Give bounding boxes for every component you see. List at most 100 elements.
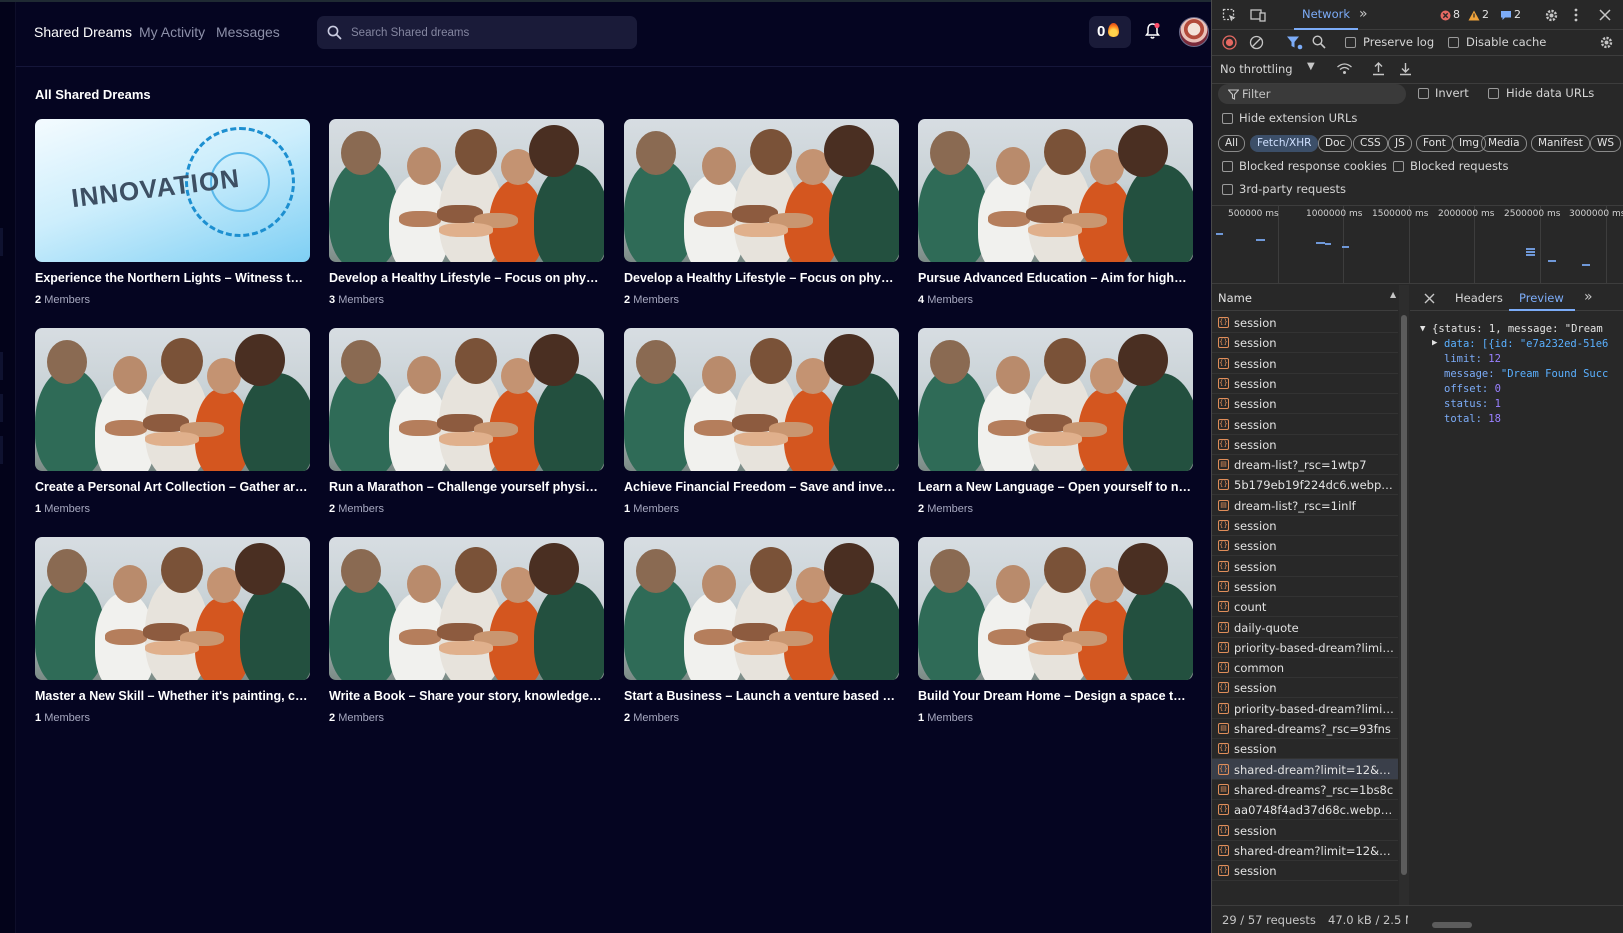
clear-icon[interactable] xyxy=(1249,35,1264,50)
blocked-response-cookies-checkbox[interactable] xyxy=(1222,161,1233,172)
detail-horizontal-scrollbar[interactable] xyxy=(1422,920,1622,930)
scrollbar-thumb[interactable] xyxy=(1401,315,1407,875)
request-row[interactable]: {} session xyxy=(1212,312,1398,333)
blocked-requests-checkbox[interactable] xyxy=(1393,161,1404,172)
network-timeline-overview[interactable]: 500000 ms 1000000 ms 1500000 ms 2000000 … xyxy=(1212,205,1623,284)
dream-card-image[interactable] xyxy=(918,328,1193,471)
dream-card-title[interactable]: Develop a Healthy Lifestyle – Focus on p… xyxy=(329,271,604,285)
request-row[interactable]: {} session xyxy=(1212,373,1398,394)
request-row[interactable]: {} session xyxy=(1212,820,1398,841)
dream-card-image[interactable] xyxy=(329,328,604,471)
type-filter-js[interactable]: JS xyxy=(1388,135,1412,152)
dream-card-image[interactable] xyxy=(624,119,899,262)
error-count[interactable]: 8 xyxy=(1453,8,1460,21)
hide-extension-urls-checkbox[interactable] xyxy=(1222,113,1233,124)
tab-headers[interactable]: Headers xyxy=(1455,291,1503,305)
dream-card-title[interactable]: Create a Personal Art Collection – Gathe… xyxy=(35,480,310,494)
request-row[interactable]: {} daily-quote xyxy=(1212,617,1398,638)
user-avatar[interactable] xyxy=(1179,17,1209,47)
close-devtools-icon[interactable] xyxy=(1599,9,1611,21)
dream-card-image[interactable] xyxy=(329,537,604,680)
request-row[interactable]: ▤ shared-dreams?_rsc=1bs8c xyxy=(1212,779,1398,800)
dream-card-image[interactable] xyxy=(918,119,1193,262)
request-row[interactable]: {} session xyxy=(1212,414,1398,435)
type-filter-css[interactable]: CSS xyxy=(1353,135,1388,152)
nav-shared-dreams[interactable]: Shared Dreams xyxy=(34,24,132,40)
dream-card-image[interactable] xyxy=(624,328,899,471)
request-row[interactable]: {} session xyxy=(1212,434,1398,455)
tab-network[interactable]: Network xyxy=(1294,0,1359,30)
scrollbar-thumb[interactable] xyxy=(1432,922,1472,928)
notification-bell-icon[interactable] xyxy=(1144,22,1161,40)
dropdown-caret-icon[interactable]: ▼ xyxy=(1307,61,1315,72)
request-row[interactable]: {} priority-based-dream?limit... xyxy=(1212,698,1398,719)
request-row[interactable]: {} session xyxy=(1212,738,1398,760)
warning-count[interactable]: 2 xyxy=(1482,8,1489,21)
hide-data-urls-checkbox[interactable] xyxy=(1488,88,1499,99)
request-row[interactable]: {} session xyxy=(1212,556,1398,577)
request-row[interactable]: {} session xyxy=(1212,332,1398,354)
kebab-menu-icon[interactable] xyxy=(1574,8,1578,22)
dream-card-title[interactable]: Start a Business – Launch a venture base… xyxy=(624,689,899,703)
export-har-icon[interactable] xyxy=(1399,61,1412,76)
dream-card-title[interactable]: Develop a Healthy Lifestyle – Focus on p… xyxy=(624,271,899,285)
settings-gear-icon[interactable] xyxy=(1544,8,1559,23)
streak-counter[interactable]: 0 xyxy=(1089,16,1131,48)
disable-cache-checkbox[interactable] xyxy=(1448,37,1459,48)
request-row[interactable]: {} priority-based-dream?limit... xyxy=(1212,637,1398,658)
dream-card[interactable]: Pursue Advanced Education – Aim for high… xyxy=(918,119,1193,319)
dream-card[interactable]: Develop a Healthy Lifestyle – Focus on p… xyxy=(329,119,604,319)
tab-preview[interactable]: Preview xyxy=(1519,291,1564,305)
dream-card-title[interactable]: Build Your Dream Home – Design a space t… xyxy=(918,689,1193,703)
dream-card-image[interactable] xyxy=(35,537,310,680)
request-row[interactable]: ▤ dream-list?_rsc=1inlf xyxy=(1212,495,1398,516)
dream-card-image[interactable] xyxy=(329,119,604,262)
request-list-scrollbar[interactable] xyxy=(1399,285,1409,905)
dream-card-image[interactable] xyxy=(918,537,1193,680)
dream-card-title[interactable]: Write a Book – Share your story, knowled… xyxy=(329,689,604,703)
preserve-log-checkbox[interactable] xyxy=(1345,37,1356,48)
request-row[interactable]: {} 5b179eb19f224dc6.webpa... xyxy=(1212,474,1398,496)
request-row[interactable]: {} session xyxy=(1212,393,1398,415)
dream-card-title[interactable]: Achieve Financial Freedom – Save and inv… xyxy=(624,480,899,494)
dream-card[interactable]: Create a Personal Art Collection – Gathe… xyxy=(35,328,310,528)
throttling-select[interactable]: No throttling xyxy=(1220,62,1293,76)
dream-card[interactable]: Start a Business – Launch a venture base… xyxy=(624,537,899,737)
filter-input[interactable] xyxy=(1242,84,1402,104)
request-row[interactable]: {} session xyxy=(1212,353,1398,374)
dream-card[interactable]: Develop a Healthy Lifestyle – Focus on p… xyxy=(624,119,899,319)
request-row[interactable]: ▤ shared-dreams?_rsc=93fns xyxy=(1212,718,1398,739)
dream-card[interactable]: Master a New Skill – Whether it's painti… xyxy=(35,537,310,737)
dream-card[interactable]: Build Your Dream Home – Design a space t… xyxy=(918,537,1193,737)
network-settings-gear-icon[interactable] xyxy=(1599,35,1614,50)
dream-card-image[interactable] xyxy=(35,328,310,471)
type-filter-manifest[interactable]: Manifest xyxy=(1531,135,1590,152)
third-party-requests-checkbox[interactable] xyxy=(1222,184,1233,195)
device-toolbar-icon[interactable] xyxy=(1250,8,1266,23)
expand-triangle-icon[interactable]: ▼ xyxy=(1420,324,1425,334)
dream-card-image[interactable]: INNOVATION xyxy=(35,119,310,262)
request-row[interactable]: {} common xyxy=(1212,657,1398,679)
request-row[interactable]: ▤ dream-list?_rsc=1wtp7 xyxy=(1212,454,1398,476)
collapse-triangle-icon[interactable]: ▶ xyxy=(1432,338,1437,348)
request-row[interactable]: {} session xyxy=(1212,576,1398,597)
network-conditions-wifi-icon[interactable] xyxy=(1336,62,1353,76)
request-row[interactable]: {} session xyxy=(1212,535,1398,557)
import-har-icon[interactable] xyxy=(1372,61,1385,76)
dream-card-title[interactable]: Master a New Skill – Whether it's painti… xyxy=(35,689,310,703)
dream-card[interactable]: Achieve Financial Freedom – Save and inv… xyxy=(624,328,899,528)
search-input[interactable] xyxy=(351,16,631,49)
dream-card-title[interactable]: Experience the Northern Lights – Witness… xyxy=(35,271,310,285)
invert-checkbox[interactable] xyxy=(1418,88,1429,99)
record-stop-icon[interactable] xyxy=(1222,35,1237,50)
dream-card-title[interactable]: Run a Marathon – Challenge yourself phys… xyxy=(329,480,604,494)
request-row[interactable]: {} aa0748f4ad37d68c.webpa... xyxy=(1212,799,1398,821)
request-row[interactable]: {} count xyxy=(1212,596,1398,618)
dream-card[interactable]: Write a Book – Share your story, knowled… xyxy=(329,537,604,737)
request-row[interactable]: {} session xyxy=(1212,860,1398,882)
inspect-element-icon[interactable] xyxy=(1222,8,1237,23)
type-filter-fetchxhr[interactable]: Fetch/XHR xyxy=(1250,135,1319,152)
request-row[interactable]: {} session xyxy=(1212,515,1398,536)
type-filter-font[interactable]: Font xyxy=(1416,135,1453,152)
name-column-header[interactable]: Name xyxy=(1212,285,1398,311)
